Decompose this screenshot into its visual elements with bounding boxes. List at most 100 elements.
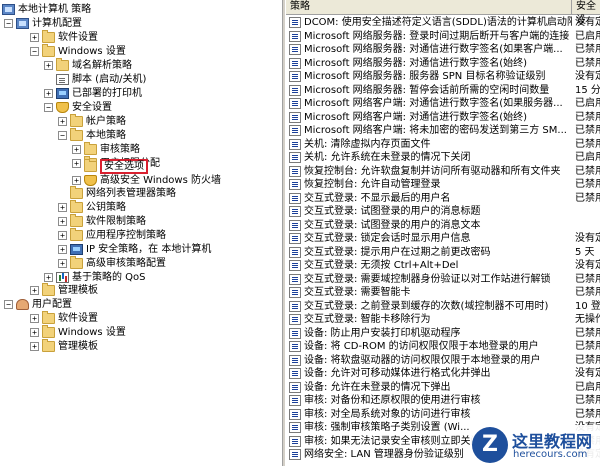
tree-node-scripts[interactable]: 脚本 (启动/关机) [44,73,146,86]
collapse-icon[interactable]: − [4,300,13,309]
tree-node-user-configuration[interactable]: − 用户配置 [4,298,72,311]
policy-row[interactable]: 恢复控制台: 允许自动管理登录 已禁用 [286,178,600,191]
expand-icon[interactable]: + [58,203,67,212]
policy-row[interactable]: 恢复控制台: 允许软盘复制并访问所有驱动器和所有文件夹 已禁用 [286,165,600,178]
policy-row[interactable]: 关机: 允许系统在未登录的情况下关闭 已启用 [286,151,600,164]
policy-row[interactable]: Microsoft 网络客户端: 将未加密的密码发送到第三方 SM... 已禁用 [286,124,600,137]
tree-node-software-restriction[interactable]: + 软件限制策略 [58,214,146,228]
policy-setting-value: 已禁用 [575,408,600,420]
expand-icon[interactable]: + [30,314,39,323]
computer-icon [16,18,29,29]
policy-row[interactable]: 交互式登录: 不显示最后的用户名 已禁用 [286,192,600,205]
policy-row[interactable]: 交互式登录: 之前登录到缓存的次数(域控制器不可用时) 10 登录 [286,300,600,313]
console-tree[interactable]: 本地计算机 策略 − 计算机配置 + 软件设置 − Windows 设置 + 域… [0,0,282,466]
tree-node-label: IP 安全策略，在 本地计算机 [86,244,212,255]
tree-node-label: 安全设置 [72,102,112,113]
column-header-security-setting[interactable]: 安全设 [572,0,600,26]
expand-icon[interactable]: + [30,342,39,351]
policy-row[interactable]: 设备: 将 CD-ROM 的访问权限仅限于本地登录的用户 已禁用 [286,340,600,353]
expand-icon[interactable]: + [72,145,81,154]
tree-node-ip-security[interactable]: + IP 安全策略，在 本地计算机 [58,243,211,256]
policy-row[interactable]: 交互式登录: 智能卡移除行为 无操作 [286,313,600,326]
tree-node-user-windows-settings[interactable]: + Windows 设置 [30,325,126,339]
expand-icon[interactable]: + [58,117,67,126]
policy-icon [289,179,301,190]
collapse-icon[interactable]: − [44,103,53,112]
policy-name: 设备: 将 CD-ROM 的访问权限仅限于本地登录的用户 [304,341,539,352]
policy-name: 设备: 将软盘驱动器的访问权限仅限于本地登录的用户 [304,354,541,366]
policy-row[interactable]: Microsoft 网络服务器: 对通信进行数字签名(始终) 已禁用 [286,57,600,70]
policy-name: 交互式登录: 试图登录的用户的消息标题 [304,206,481,217]
tree-node-user-software-settings[interactable]: + 软件设置 [30,311,98,325]
tree-node-advanced-audit[interactable]: + 高级审核策略配置 [58,256,166,270]
policy-row[interactable]: 交互式登录: 锁定会话时显示用户信息 没有定 [286,232,600,245]
tree-node-security-options[interactable]: 安全选项 [72,159,148,174]
policy-row[interactable]: Microsoft 网络服务器: 暂停会话前所需的空闲时间数量 15 分钟 [286,84,600,97]
expand-icon[interactable]: + [58,259,67,268]
tree-node-deployed-printers[interactable]: + 已部署的打印机 [44,87,142,100]
tree-node-network-list-manager[interactable]: 网络列表管理器策略 [58,186,176,200]
policy-list[interactable]: 策略 安全设 DCOM: 使用安全描述符定义语言(SDDL)语法的计算机启动限制… [286,0,600,466]
policy-icon [289,314,301,325]
tree-node-user-admin-templates[interactable]: + 管理模板 [30,339,98,353]
policy-row[interactable]: 设备: 允许在未登录的情况下弹出 已启用 [286,381,600,394]
policy-row[interactable]: Microsoft 网络服务器: 对通信进行数字签名(如果客户端... 已禁用 [286,43,600,56]
tree-node-public-key-policies[interactable]: + 公钥策略 [58,200,126,214]
tree-node-local-policies[interactable]: − 本地策略 [58,128,126,142]
tree-node-local-computer-policy[interactable]: 本地计算机 策略 [2,3,91,16]
tree-node-security-settings[interactable]: − 安全设置 [44,101,112,114]
tree-node-label: 用户配置 [32,299,72,310]
policy-row[interactable]: 交互式登录: 需要域控制器身份验证以对工作站进行解锁 已禁用 [286,273,600,286]
tree-node-admin-templates[interactable]: + 管理模板 [30,283,98,297]
expand-icon[interactable]: + [30,328,39,337]
policy-setting-value: 已禁用 [575,125,600,136]
policy-row[interactable]: DCOM: 使用安全描述符定义语言(SDDL)语法的计算机启动限制没有定 [286,16,600,29]
expand-icon[interactable]: + [58,231,67,240]
policy-row[interactable]: 关机: 清除虚拟内存页面文件 已禁用 [286,138,600,151]
policy-name: 设备: 防止用户安装打印机驱动程序 [304,327,461,339]
tree-node-software-settings[interactable]: + 软件设置 [30,30,98,44]
column-header-policy[interactable]: 策略 [286,0,572,14]
policy-row[interactable]: Microsoft 网络客户端: 对通信进行数字签名(如果服务器... 已启用 [286,97,600,110]
policy-row[interactable]: 审核: 对备份和还原权限的使用进行审核 已禁用 [286,394,600,407]
policy-row[interactable]: Microsoft 网络客户端: 对通信进行数字签名(始终) 已禁用 [286,111,600,124]
policy-row[interactable]: Microsoft 网络服务器: 服务器 SPN 目标名称验证级别 没有定 [286,70,600,83]
expand-icon[interactable]: + [30,286,39,295]
tree-node-label: 高级审核策略配置 [86,258,166,269]
expand-icon[interactable]: + [44,89,53,98]
tree-node-audit-policy[interactable]: + 审核策略 [72,142,140,156]
policy-row[interactable]: 设备: 允许对可移动媒体进行格式化并弹出 没有定 [286,367,600,380]
collapse-icon[interactable]: − [4,19,13,28]
policy-row[interactable]: 设备: 防止用户安装打印机驱动程序 已禁用 [286,327,600,340]
tree-node-windows-settings[interactable]: − Windows 设置 [30,44,126,58]
expand-icon[interactable]: + [58,217,67,226]
policy-row[interactable]: 交互式登录: 提示用户在过期之前更改密码 5 天 [286,246,600,259]
expand-icon[interactable]: + [72,176,81,185]
policy-setting-value: 已禁用 [575,111,600,123]
expand-icon[interactable]: + [58,245,67,254]
collapse-icon[interactable]: − [30,47,39,56]
expand-icon[interactable]: + [44,61,53,70]
policy-row[interactable]: 审核: 对全局系统对象的访问进行审核 已禁用 [286,408,600,421]
policy-row[interactable]: 设备: 将软盘驱动器的访问权限仅限于本地登录的用户 已禁用 [286,354,600,367]
policy-row[interactable]: 交互式登录: 无须按 Ctrl+Alt+Del 没有定 [286,259,600,272]
folder-icon [70,128,83,141]
expand-icon[interactable]: + [30,33,39,42]
policy-row[interactable]: Microsoft 网络服务器: 登录时间过期后断开与客户端的连接已启用 [286,30,600,43]
policy-icon [289,395,301,406]
policy-row[interactable]: 交互式登录: 试图登录的用户的消息文本 [286,219,600,232]
policy-row[interactable]: 交互式登录: 需要智能卡 已禁用 [286,286,600,299]
computer-icon [2,4,15,15]
collapse-icon[interactable]: − [58,131,67,140]
tree-node-computer-configuration[interactable]: − 计算机配置 [4,17,82,30]
tree-node-name-resolution-policy[interactable]: + 域名解析策略 [44,58,132,72]
tree-node-qos[interactable]: + 基于策略的 QoS [44,271,146,284]
policy-row[interactable]: 交互式登录: 试图登录的用户的消息标题 [286,205,600,218]
tree-node-account-policies[interactable]: + 帐户策略 [58,114,126,128]
policy-icon [289,246,301,258]
tree-node-app-control[interactable]: + 应用程序控制策略 [58,228,166,242]
expand-icon[interactable]: + [44,273,53,282]
policy-setting-value: 已禁用 [575,192,600,204]
tree-node-windows-firewall[interactable]: + 高级安全 Windows 防火墙 [72,174,221,187]
